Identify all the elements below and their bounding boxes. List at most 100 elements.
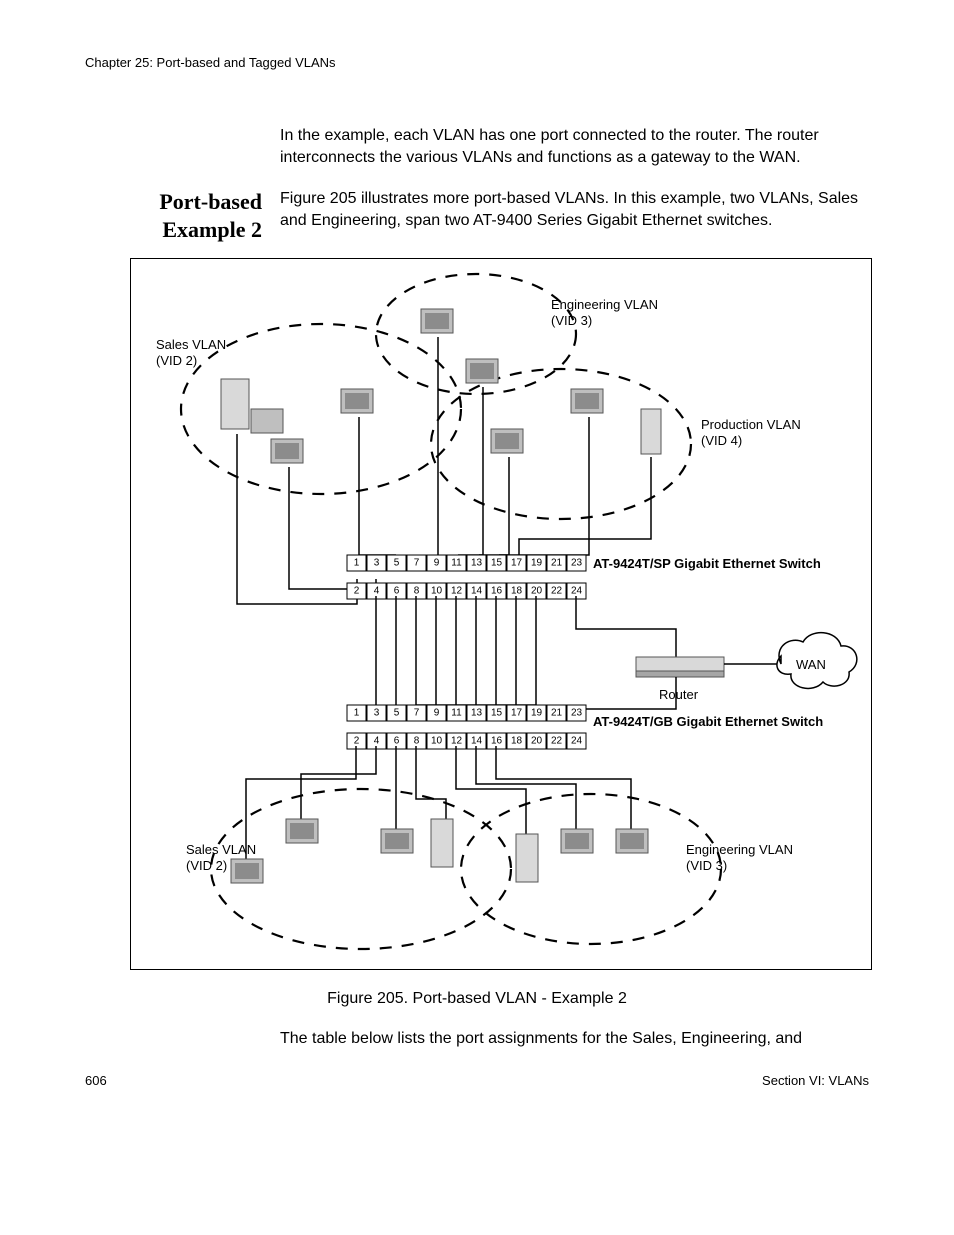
computer-icon [221,379,283,433]
switch-bot-ports: 135791113151719212324681012141618202224 [347,705,586,749]
switch-port-label: 4 [374,736,380,747]
wire [516,596,536,705]
sales-vlan-bot-label-l2: (VID 2) [186,858,227,873]
switch-port-label: 20 [531,586,543,597]
switch-port-label: 16 [491,586,503,597]
computer-icon [491,429,523,453]
wire [301,746,376,819]
wire [436,596,456,705]
eng-vlan-top-label-l2: (VID 3) [551,313,592,328]
switch-port-label: 10 [431,736,443,747]
switch-port-label: 12 [451,586,463,597]
figure-205: Sales VLAN (VID 2) Engineering VLAN (VID… [130,258,872,970]
switch-port-label: 24 [571,586,583,597]
switch-port-label: 15 [491,558,503,569]
section-heading: Port-based Example 2 [85,188,280,243]
computer-icon [641,409,661,454]
switch-port-label: 18 [511,586,523,597]
page-number: 606 [85,1073,107,1088]
switch-top-ports: 135791113151719212324681012141618202224 [347,555,586,599]
computer-icon [231,859,263,883]
eng-vlan-bot-ellipse [461,794,721,944]
wire [416,596,436,705]
wire [576,596,676,657]
switch-port-label: 23 [571,558,583,569]
switch-port-label: 3 [374,558,380,569]
switch-port-label: 22 [551,586,563,597]
figure-caption: Figure 205. Port-based VLAN - Example 2 [85,990,869,1008]
wire [496,746,631,829]
computer-icon [421,309,453,333]
wire [396,596,416,709]
computer-icon [571,389,603,413]
switch-port-label: 2 [354,586,360,597]
switch-port-label: 6 [394,736,400,747]
switch-port-label: 11 [451,558,462,569]
switch-port-label: 19 [531,708,543,719]
switch-port-label: 12 [451,736,463,747]
wire [456,746,526,834]
computer-icon [616,829,648,853]
switch-port-label: 24 [571,736,583,747]
eng-vlan-bot-label-l1: Engineering VLAN [686,842,793,857]
switch-port-label: 9 [434,708,440,719]
switch-port-label: 21 [551,708,563,719]
wire [376,596,396,714]
switch-port-label: 22 [551,736,563,747]
switch-port-label: 14 [471,736,483,747]
switch-port-label: 5 [394,558,400,569]
sales-vlan-top-label-l2: (VID 2) [156,353,197,368]
switch-port-label: 17 [511,558,523,569]
switch-port-label: 8 [414,736,420,747]
eng-vlan-bot-label-l2: (VID 3) [686,858,727,873]
wire [456,596,476,705]
switch-port-label: 19 [531,558,543,569]
section-body: Figure 205 illustrates more port-based V… [280,188,869,243]
wire [416,746,446,819]
switch-port-label: 23 [571,708,583,719]
diagram-svg: Sales VLAN (VID 2) Engineering VLAN (VID… [131,259,871,969]
switch-port-label: 8 [414,586,420,597]
switch-port-label: 16 [491,736,503,747]
switch-port-label: 6 [394,586,400,597]
server-icon [516,834,538,882]
computer-icon [341,389,373,413]
switch-port-label: 1 [354,708,360,719]
switch-port-label: 3 [374,708,380,719]
switch-port-label: 1 [354,558,360,569]
section-heading-line1: Port-based [159,189,262,214]
computer-icon [466,359,498,383]
wire [476,596,496,705]
switch-port-label: 13 [471,708,483,719]
switch-top-label: AT-9424T/SP Gigabit Ethernet Switch [593,556,821,571]
page-footer: 606 Section VI: VLANs [85,1073,869,1088]
computer-icon [286,819,318,843]
document-page: Chapter 25: Port-based and Tagged VLANs … [0,0,954,1140]
switch-port-label: 21 [551,558,563,569]
computer-icon [271,439,303,463]
follow-paragraph: The table below lists the port assignmen… [280,1028,869,1050]
switch-port-label: 14 [471,586,483,597]
switch-bot-label: AT-9424T/GB Gigabit Ethernet Switch [593,714,823,729]
section-heading-line2: Example 2 [162,217,262,242]
router-label: Router [659,687,699,702]
wire [356,596,376,719]
wan-label: WAN [796,657,826,672]
intro-paragraph: In the example, each VLAN has one port c… [280,125,869,168]
switch-port-label: 7 [414,558,420,569]
switch-port-label: 13 [471,558,483,569]
sales-vlan-top-label-l1: Sales VLAN [156,337,226,352]
switch-port-label: 10 [431,586,443,597]
computer-icon [561,829,593,853]
switch-port-label: 20 [531,736,543,747]
switch-port-label: 11 [451,708,462,719]
chapter-header: Chapter 25: Port-based and Tagged VLANs [85,55,869,70]
computer-icon [381,829,413,853]
switch-port-label: 5 [394,708,400,719]
prod-vlan-label-l2: (VID 4) [701,433,742,448]
switch-port-label: 2 [354,736,360,747]
prod-vlan-label-l1: Production VLAN [701,417,801,432]
eng-vlan-top-label-l1: Engineering VLAN [551,297,658,312]
switch-port-label: 15 [491,708,503,719]
switch-port-label: 17 [511,708,523,719]
